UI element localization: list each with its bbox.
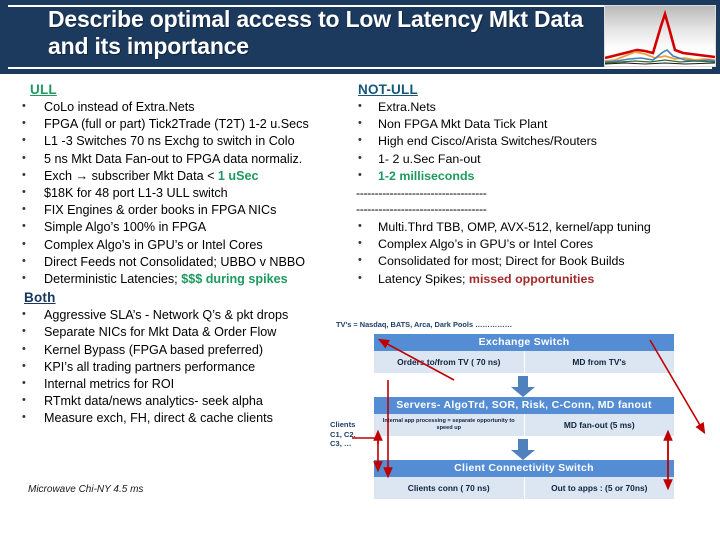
list-item: 1-2 milliseconds bbox=[348, 167, 716, 185]
bullet-text: CoLo instead of Extra.Nets bbox=[44, 100, 195, 114]
bullet-text: $18K for 48 port L1-3 ULL switch bbox=[44, 186, 228, 201]
list-item: 5 ns Mkt Data Fan-out to FPGA data norma… bbox=[6, 150, 346, 168]
ull-heading: ULL bbox=[30, 82, 57, 97]
bullet-text: Multi.Thrd TBB, OMP, AVX-512, kernel/app… bbox=[378, 220, 651, 235]
list-item: FIX Engines & order books in FPGA NICs bbox=[6, 201, 346, 219]
list-item: Separate NICs for Mkt Data & Order Flow bbox=[6, 323, 346, 341]
thumbnail-chart-svg bbox=[605, 9, 715, 65]
bullet-text: Separate NICs for Mkt Data & Order Flow bbox=[44, 325, 277, 340]
bullet-text: Aggressive SLA’s - Network Q’s & pkt dro… bbox=[44, 308, 289, 323]
list-item: Latency Spikes; missed opportunities bbox=[348, 270, 716, 288]
ull-bullet-list: CoLo instead of Extra.Nets FPGA (full or… bbox=[6, 98, 346, 288]
list-item: Simple Algo’s 100% in FPGA bbox=[6, 218, 346, 236]
not-ull-bullet-list: Extra.Nets Non FPGA Mkt Data Tick Plant … bbox=[348, 98, 716, 185]
list-item: RTmkt data/news analytics- seek alpha bbox=[6, 392, 346, 410]
bullet-text: FPGA (full or part) Tick2Trade (T2T) 1-2… bbox=[44, 117, 309, 132]
bullet-text: Deterministic Latencies; bbox=[44, 272, 182, 287]
bullet-text: RTmkt data/news analytics- seek alpha bbox=[44, 394, 263, 409]
bullet-text: Measure exch, FH, direct & cache clients bbox=[44, 411, 273, 426]
list-item: Measure exch, FH, direct & cache clients bbox=[6, 409, 346, 427]
list-item: High end Cisco/Arista Switches/Routers bbox=[348, 132, 716, 150]
bullet-text: 1- 2 u.Sec Fan-out bbox=[378, 151, 481, 166]
bullet-highlight: 1-2 milliseconds bbox=[378, 168, 475, 183]
separator-line-1: ----------------------------------- bbox=[356, 186, 487, 201]
list-item: Complex Algo’s in GPU’s or Intel Cores bbox=[6, 236, 346, 254]
bullet-text: L1 -3 Switches 70 ns Exchg to switch in … bbox=[44, 134, 295, 149]
list-item: Exch → subscriber Mkt Data < 1 uSec bbox=[6, 167, 346, 185]
bullet-text: Non FPGA Mkt Data Tick Plant bbox=[378, 117, 548, 132]
slide-root: Describe optimal access to Low Latency M… bbox=[0, 0, 720, 540]
bullet-text: Kernel Bypass (FPGA based preferred) bbox=[44, 342, 264, 357]
list-item: Complex Algo’s in GPU’s or Intel Cores bbox=[348, 235, 716, 253]
list-item: Consolidated for most; Direct for Book B… bbox=[348, 252, 716, 270]
list-item: Direct Feeds not Consolidated; UBBO v NB… bbox=[6, 253, 346, 271]
bullet-text: Internal metrics for ROI bbox=[44, 377, 175, 392]
list-item: FPGA (full or part) Tick2Trade (T2T) 1-2… bbox=[6, 115, 346, 133]
latency-spike-chart-thumbnail bbox=[604, 5, 716, 67]
red-arrows-svg bbox=[352, 338, 706, 491]
list-item: Non FPGA Mkt Data Tick Plant bbox=[348, 115, 716, 133]
list-item: Internal metrics for ROI bbox=[6, 375, 346, 393]
bullet-text: Complex Algo’s in GPU’s or Intel Cores bbox=[378, 237, 594, 252]
bullet-text: Extra.Nets bbox=[378, 100, 436, 114]
bullet-highlight: $$$ during spikes bbox=[181, 272, 288, 287]
bullet-text: 5 ns Mkt Data Fan-out to FPGA data norma… bbox=[44, 151, 303, 166]
list-item: Deterministic Latencies; $$$ during spik… bbox=[6, 270, 346, 288]
bullet-highlight: missed opportunities bbox=[468, 271, 595, 286]
bullet-text: Consolidated for most; Direct for Book B… bbox=[378, 254, 625, 269]
list-item: CoLo instead of Extra.Nets bbox=[6, 98, 346, 116]
not-ull-heading: NOT-ULL bbox=[358, 82, 418, 97]
left-column: ULL CoLo instead of Extra.Nets FPGA (ful… bbox=[6, 82, 346, 428]
list-item: Aggressive SLA’s - Network Q’s & pkt dro… bbox=[6, 306, 346, 324]
both-bullet-list: Aggressive SLA’s - Network Q’s & pkt dro… bbox=[6, 306, 346, 427]
list-item: 1- 2 u.Sec Fan-out bbox=[348, 150, 716, 168]
page-title: Describe optimal access to Low Latency M… bbox=[48, 6, 584, 59]
bullet-text: Complex Algo’s in GPU’s or Intel Cores bbox=[44, 237, 263, 252]
bullet-text: FIX Engines & order books in FPGA NICs bbox=[44, 203, 277, 218]
list-item: Extra.Nets bbox=[348, 98, 716, 116]
red-flow-arrows bbox=[332, 320, 720, 500]
bullet-highlight: 1 uSec bbox=[217, 168, 259, 183]
bullet-text: Latency Spikes; bbox=[378, 271, 469, 286]
title-banner: Describe optimal access to Low Latency M… bbox=[0, 0, 720, 74]
both-heading: Both bbox=[24, 290, 56, 306]
list-item: Kernel Bypass (FPGA based preferred) bbox=[6, 341, 346, 359]
list-item: L1 -3 Switches 70 ns Exchg to switch in … bbox=[6, 132, 346, 150]
list-item: Multi.Thrd TBB, OMP, AVX-512, kernel/app… bbox=[348, 218, 716, 236]
architecture-diagram: TV's = Nasdaq, BATS, Arca, Dark Pools ……… bbox=[330, 320, 720, 500]
right-column: NOT-ULL Extra.Nets Non FPGA Mkt Data Tic… bbox=[348, 82, 716, 288]
separator-line-2: ----------------------------------- bbox=[356, 202, 487, 217]
bullet-text: Exch → subscriber Mkt Data < bbox=[44, 168, 218, 183]
not-ull-bullet-list-2: Multi.Thrd TBB, OMP, AVX-512, kernel/app… bbox=[348, 218, 716, 288]
bullet-text: Direct Feeds not Consolidated; UBBO v NB… bbox=[44, 254, 306, 269]
bullet-text: KPI’s all trading partners performance bbox=[44, 359, 256, 374]
microwave-footnote: Microwave Chi-NY 4.5 ms bbox=[28, 484, 144, 495]
list-item: $18K for 48 port L1-3 ULL switch bbox=[6, 184, 346, 202]
bullet-text: High end Cisco/Arista Switches/Routers bbox=[378, 134, 597, 149]
bullet-text: Simple Algo’s 100% in FPGA bbox=[44, 220, 207, 235]
list-item: KPI’s all trading partners performance bbox=[6, 358, 346, 376]
